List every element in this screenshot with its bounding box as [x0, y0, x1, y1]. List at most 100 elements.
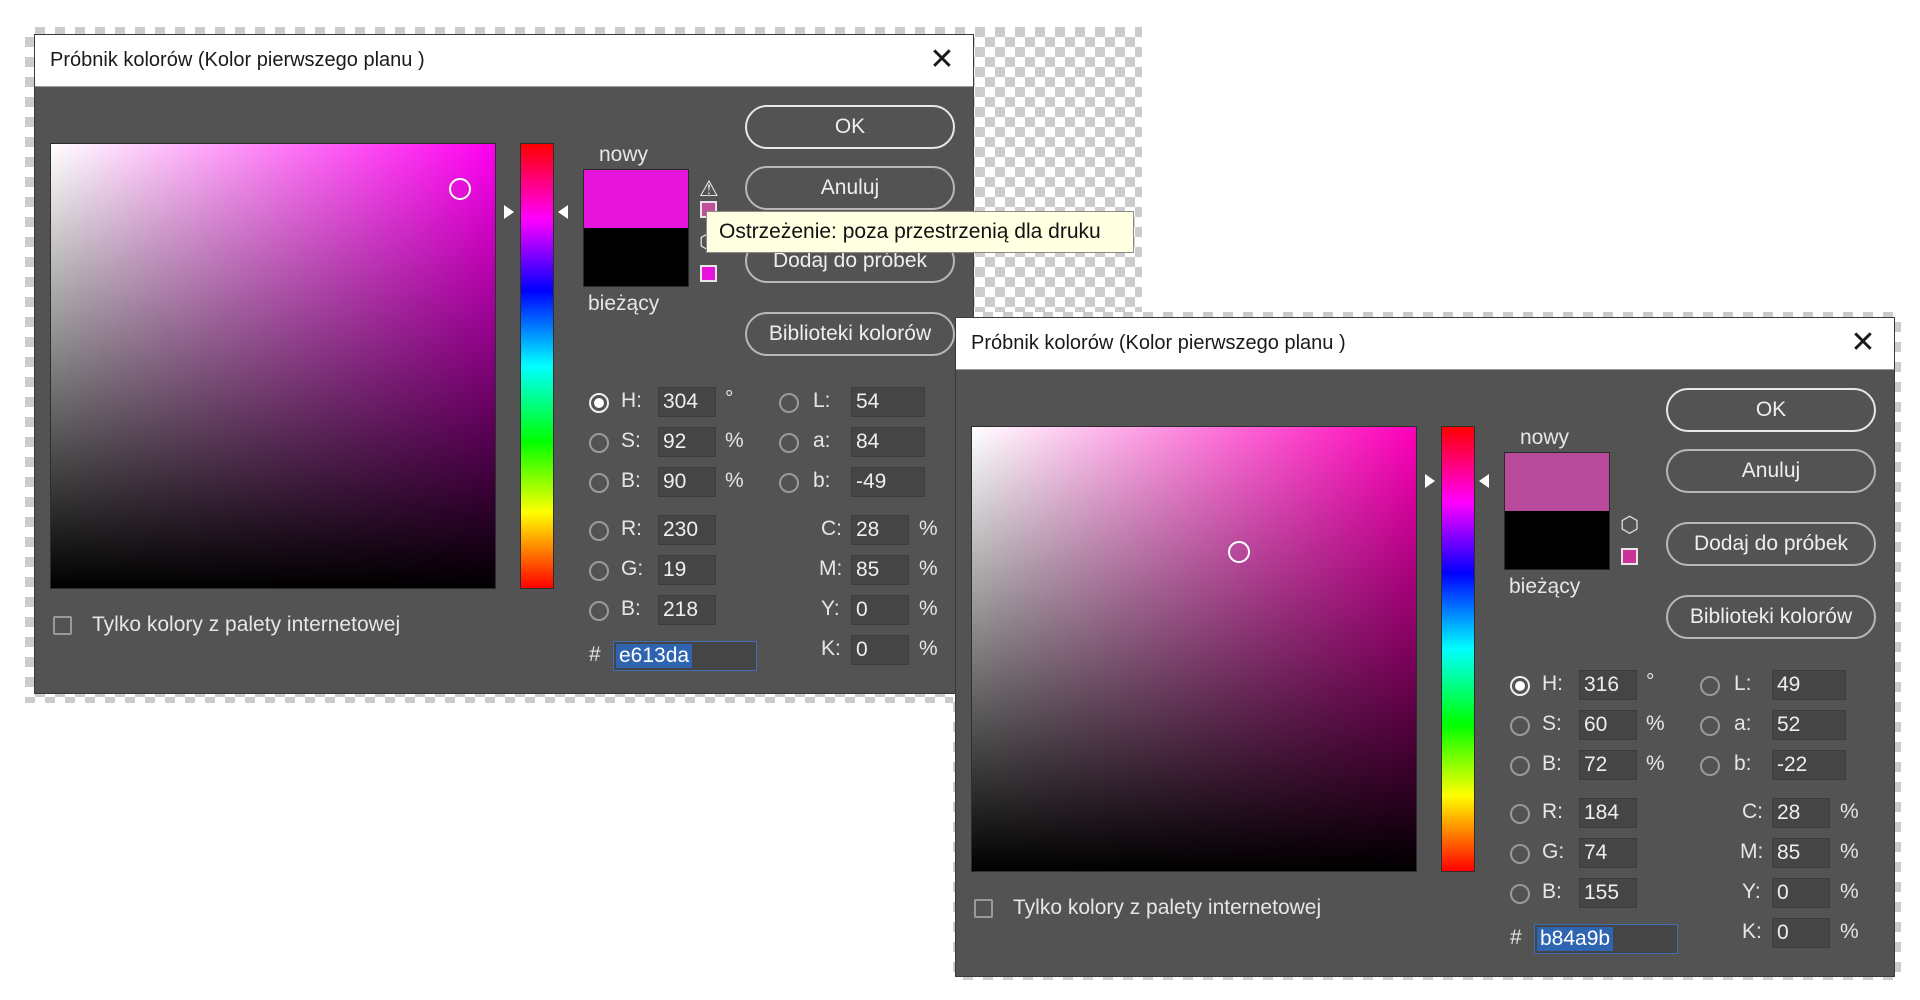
radio-b[interactable] [779, 473, 799, 493]
yellow-field[interactable]: 0 [1772, 878, 1830, 908]
label-lightness: L: [1734, 672, 1752, 695]
saturation-brightness-field[interactable] [971, 426, 1417, 872]
hue-field[interactable]: 316 [1579, 670, 1637, 700]
saturation-field[interactable]: 60 [1579, 710, 1637, 740]
hue-slider-handle-left[interactable] [504, 205, 514, 220]
dialog-title: Próbnik kolorów (Kolor pierwszego planu … [971, 332, 1346, 354]
label-red: R: [621, 517, 642, 540]
percent-unit: % [1840, 840, 1859, 863]
sv-black-gradient [51, 144, 495, 588]
yellow-field[interactable]: 0 [851, 595, 909, 625]
cancel-button[interactable]: Anuluj [1666, 449, 1876, 493]
radio-hue[interactable] [1510, 676, 1530, 696]
radio-green[interactable] [1510, 844, 1530, 864]
hue-slider[interactable] [520, 143, 554, 589]
percent-unit: % [1646, 752, 1665, 775]
cancel-button[interactable]: Anuluj [745, 166, 955, 210]
color-libraries-button[interactable]: Biblioteki kolorów [1666, 595, 1876, 639]
radio-a[interactable] [1700, 716, 1720, 736]
title-bar: Próbnik kolorów (Kolor pierwszego planu … [956, 318, 1894, 370]
saturation-field[interactable]: 92 [658, 427, 716, 457]
hue-field[interactable]: 304 [658, 387, 716, 417]
b-field[interactable]: -22 [1772, 750, 1846, 780]
label-green: G: [1542, 840, 1565, 863]
label-red: R: [1542, 800, 1563, 823]
label-a: a: [1734, 712, 1752, 735]
web-color-swatch[interactable] [700, 265, 717, 282]
radio-a[interactable] [779, 433, 799, 453]
hex-value: b84a9b [1537, 927, 1614, 951]
radio-blue[interactable] [589, 601, 609, 621]
green-field[interactable]: 19 [658, 555, 716, 585]
radio-brightness[interactable] [1510, 756, 1530, 776]
red-field[interactable]: 230 [658, 515, 716, 545]
radio-saturation[interactable] [589, 433, 609, 453]
hex-prefix: # [589, 643, 601, 666]
green-field[interactable]: 74 [1579, 838, 1637, 868]
key-field[interactable]: 0 [851, 635, 909, 665]
radio-saturation[interactable] [1510, 716, 1530, 736]
radio-green[interactable] [589, 561, 609, 581]
label-green: G: [621, 557, 644, 580]
percent-unit: % [1840, 920, 1859, 943]
cyan-field[interactable]: 28 [851, 515, 909, 545]
hex-field[interactable]: e613da [613, 641, 757, 671]
radio-brightness[interactable] [589, 473, 609, 493]
hue-slider[interactable] [1441, 426, 1475, 872]
swatch-frame [1504, 452, 1610, 570]
close-button[interactable]: ✕ [925, 43, 959, 77]
percent-unit: % [919, 597, 938, 620]
web-colors-only-checkbox[interactable] [53, 616, 72, 635]
hue-slider-handle-left[interactable] [1425, 473, 1435, 488]
magenta-field[interactable]: 85 [851, 555, 909, 585]
percent-unit: % [1840, 800, 1859, 823]
a-field[interactable]: 84 [851, 427, 925, 457]
close-button[interactable]: ✕ [1846, 326, 1880, 360]
color-picker-dialog-2: Próbnik kolorów (Kolor pierwszego planu … [955, 317, 1895, 977]
brightness-field[interactable]: 72 [1579, 750, 1637, 780]
blue-field[interactable]: 218 [658, 595, 716, 625]
lightness-field[interactable]: 54 [851, 387, 925, 417]
percent-unit: % [725, 429, 744, 452]
hue-slider-handle-right[interactable] [1479, 473, 1489, 488]
web-color-swatch[interactable] [1621, 548, 1638, 565]
hue-slider-handle-right[interactable] [558, 205, 568, 220]
swatch-frame [583, 169, 689, 287]
radio-hue[interactable] [589, 393, 609, 413]
red-field[interactable]: 184 [1579, 798, 1637, 828]
ok-button[interactable]: OK [1666, 388, 1876, 432]
hex-prefix: # [1510, 926, 1522, 949]
warning-icon[interactable]: ⚠ [699, 176, 719, 202]
percent-unit: % [725, 469, 744, 492]
new-color-label: nowy [1520, 426, 1570, 449]
radio-b[interactable] [1700, 756, 1720, 776]
label-blue: B: [621, 597, 641, 620]
hex-field[interactable]: b84a9b [1534, 924, 1678, 954]
label-lightness: L: [813, 389, 831, 412]
key-field[interactable]: 0 [1772, 918, 1830, 948]
ok-button[interactable]: OK [745, 105, 955, 149]
saturation-brightness-field[interactable] [50, 143, 496, 589]
brightness-field[interactable]: 90 [658, 467, 716, 497]
radio-lightness[interactable] [779, 393, 799, 413]
label-key: K: [1742, 920, 1762, 943]
add-to-swatches-button[interactable]: Dodaj do próbek [1666, 522, 1876, 566]
cube-icon[interactable]: ⬡ [1620, 512, 1639, 538]
web-colors-only-label: Tylko kolory z palety internetowej [92, 613, 401, 636]
lightness-field[interactable]: 49 [1772, 670, 1846, 700]
color-libraries-button[interactable]: Biblioteki kolorów [745, 312, 955, 356]
a-field[interactable]: 52 [1772, 710, 1846, 740]
cyan-field[interactable]: 28 [1772, 798, 1830, 828]
sv-black-gradient [972, 427, 1416, 871]
radio-lightness[interactable] [1700, 676, 1720, 696]
percent-unit: % [919, 517, 938, 540]
blue-field[interactable]: 155 [1579, 878, 1637, 908]
radio-blue[interactable] [1510, 884, 1530, 904]
gamut-warning-tooltip: Ostrzeżenie: poza przestrzenią dla druku [706, 211, 1134, 253]
b-field[interactable]: -49 [851, 467, 925, 497]
radio-red[interactable] [589, 521, 609, 541]
radio-red[interactable] [1510, 804, 1530, 824]
web-colors-only-checkbox[interactable] [974, 899, 993, 918]
percent-unit: % [919, 557, 938, 580]
magenta-field[interactable]: 85 [1772, 838, 1830, 868]
